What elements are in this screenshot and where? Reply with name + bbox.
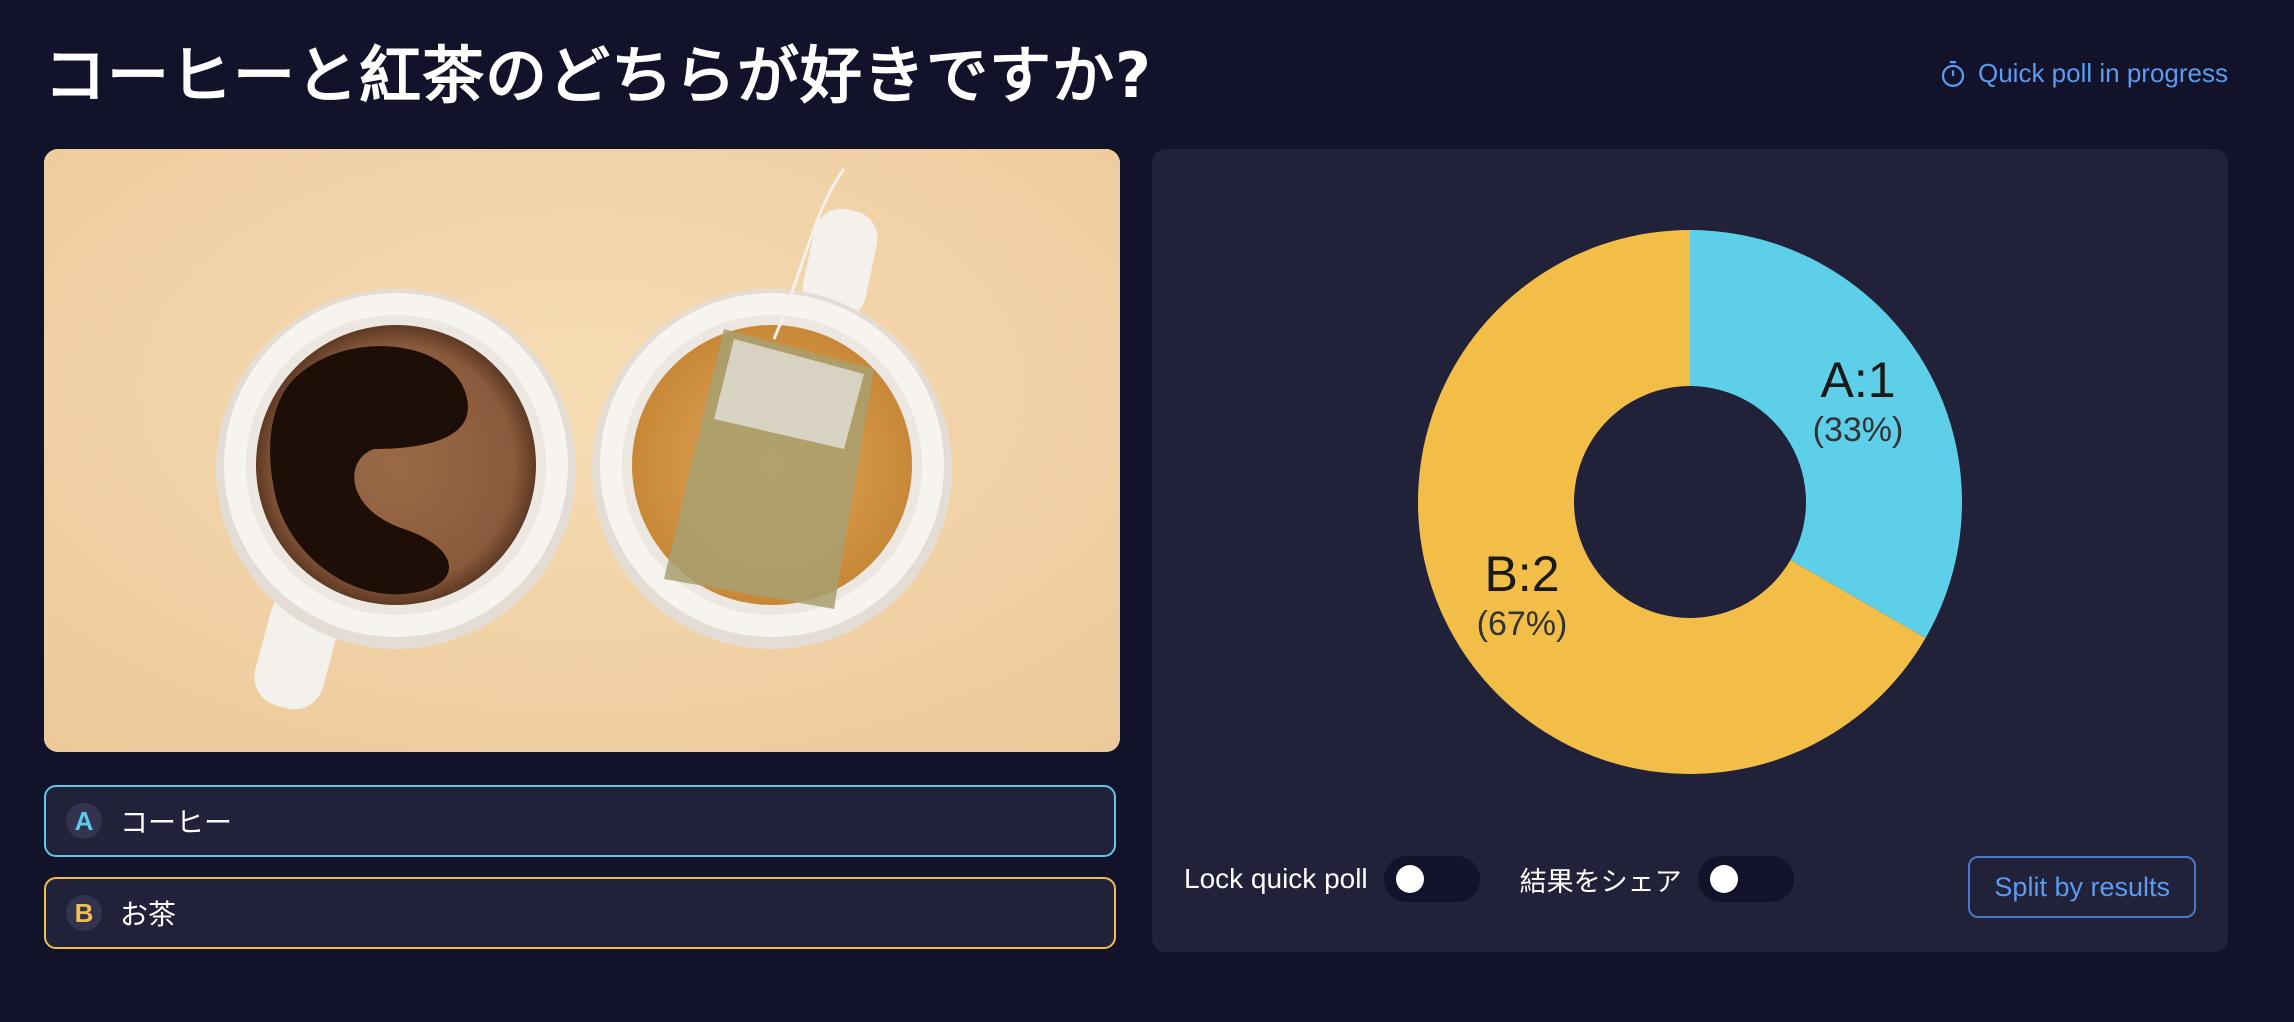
slice-value-label: A:1 (1820, 352, 1895, 408)
option-text: お茶 (120, 898, 177, 931)
option-letter-badge: A (66, 803, 102, 839)
toggle-knob (1395, 865, 1424, 893)
share-results-label: 結果をシェア (1519, 866, 1682, 898)
slice-percent-label: (67%) (1477, 605, 1568, 643)
share-results-toggle[interactable] (1697, 856, 1794, 902)
lock-quick-poll-label: Lock quick poll (1184, 863, 1368, 894)
poll-status: Quick poll in progress (1938, 58, 2228, 89)
split-by-results-button[interactable]: Split by results (1968, 856, 2196, 918)
poll-status-label: Quick poll in progress (1978, 58, 2228, 88)
slice-value-label: B:2 (1484, 546, 1559, 602)
poll-controls: Lock quick poll 結果をシェア (1184, 856, 1794, 902)
answer-option-a[interactable]: A コーヒー (44, 785, 1116, 857)
slice-percent-label: (33%) (1813, 411, 1904, 449)
stopwatch-icon (1941, 60, 1965, 87)
question-image (44, 149, 1120, 752)
option-letter-badge: B (66, 895, 102, 931)
answer-option-b[interactable]: B お茶 (44, 877, 1116, 949)
option-text: コーヒー (120, 806, 233, 839)
lock-quick-poll-toggle[interactable] (1383, 856, 1480, 902)
results-panel: A:1 (33%) B:2 (67%) Lock quick poll 結果をシェア … (1152, 149, 2228, 952)
poll-question-title: コーヒーと紅茶のどちらが好きですか? (44, 39, 1152, 112)
toggle-knob (1709, 865, 1738, 893)
results-donut-chart: A:1(33%) B:2(67%) (1418, 230, 1962, 774)
